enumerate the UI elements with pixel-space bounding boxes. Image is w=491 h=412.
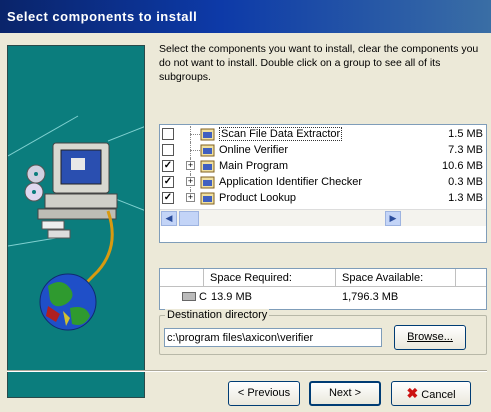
component-size: 10.6 MB [442,160,483,172]
component-checkbox[interactable]: ✓ [162,176,174,188]
component-size: 0.3 MB [448,176,483,188]
footer-divider [7,370,487,372]
window-title: Select components to install [7,9,198,24]
tree-row-main-program[interactable]: ✓ + Main Program 10.6 MB [160,158,486,174]
space-available-value: 1,796.3 MB [342,291,399,303]
browse-button[interactable]: Browse... [394,325,466,350]
tree-line [190,134,200,135]
previous-button[interactable]: < Previous [228,381,300,406]
browse-label: Browse... [407,331,453,343]
destination-group: Destination directory Browse... [159,309,487,355]
drive-column-header [160,269,204,287]
component-size: 1.3 MB [448,192,483,204]
destination-label: Destination directory [165,309,270,321]
expand-plus-icon[interactable]: + [186,161,195,170]
component-checkbox[interactable] [162,144,174,156]
side-illustration [7,45,145,398]
drive-icon [182,292,196,301]
tree-row-application-identifier-checker[interactable]: ✓ + Application Identifier Checker 0.3 M… [160,174,486,190]
expand-plus-icon[interactable]: + [186,177,195,186]
horizontal-scrollbar[interactable]: ◀ ▶ [160,209,486,226]
component-size: 7.3 MB [448,144,483,156]
install-dialog: Select the components you want to instal… [0,33,491,412]
cancel-x-icon: ✖ [406,385,419,401]
component-package-icon [200,128,215,141]
component-label: Online Verifier [219,144,289,156]
space-required-value: 13.9 MB [211,291,252,303]
component-label: Main Program [219,160,289,172]
title-bar: Select components to install [0,0,491,33]
computer-globe-illustration [8,115,144,331]
cancel-button[interactable]: ✖ Cancel [391,381,471,406]
component-package-icon [200,176,215,189]
tree-row-scan-file-data-extractor[interactable]: Scan File Data Extractor 1.5 MB [160,126,486,142]
tree-line [190,150,200,151]
component-package-icon [200,192,215,205]
expand-plus-icon[interactable]: + [186,193,195,202]
disk-space-table: Space Required: Space Available: C 13.9 … [159,268,487,310]
tree-row-product-lookup[interactable]: ✓ + Product Lookup 1.3 MB [160,190,486,206]
component-checkbox[interactable]: ✓ [162,192,174,204]
component-package-icon [200,160,215,173]
scroll-left-arrow-icon[interactable]: ◀ [161,211,177,226]
space-available-header: Space Available: [336,269,456,287]
component-size: 1.5 MB [448,128,483,140]
scroll-right-arrow-icon[interactable]: ▶ [385,211,401,226]
disk-space-header: Space Required: Space Available: [160,269,486,287]
next-button[interactable]: Next > [309,381,381,406]
instructions-text: Select the components you want to instal… [159,43,479,83]
destination-path-input[interactable] [164,328,382,347]
component-checkbox[interactable] [162,128,174,140]
scroll-thumb[interactable] [179,211,199,226]
space-required-header: Space Required: [204,269,336,287]
drive-letter: C [199,291,207,303]
component-label: Scan File Data Extractor [219,127,343,141]
component-checkbox[interactable]: ✓ [162,160,174,172]
component-package-icon [200,144,215,157]
components-tree[interactable]: Scan File Data Extractor 1.5 MB Online V… [159,124,487,243]
component-label: Application Identifier Checker [219,176,363,188]
cancel-label: Cancel [421,389,456,401]
component-label: Product Lookup [219,192,297,204]
tree-row-online-verifier[interactable]: Online Verifier 7.3 MB [160,142,486,158]
